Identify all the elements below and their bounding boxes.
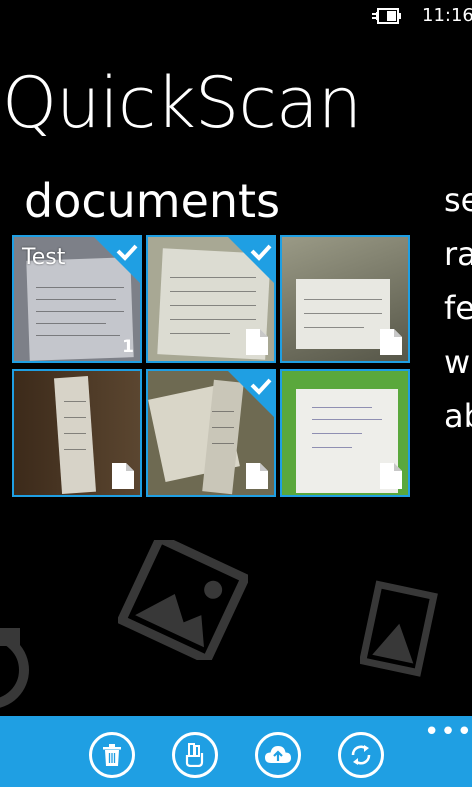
camera-decoration-icon (0, 628, 29, 708)
page-count: 1 (122, 337, 134, 357)
more-options-button[interactable]: ••• (424, 719, 472, 745)
status-time: 11:16 (422, 5, 472, 26)
share-hand-icon (185, 743, 204, 767)
app-bar: ••• (0, 716, 472, 787)
peek-item[interactable]: ra (444, 238, 472, 292)
upload-button[interactable] (255, 732, 301, 778)
document-icon (246, 329, 268, 355)
delete-button[interactable] (89, 732, 135, 778)
next-pivot-peek: se ra fe w ab (444, 184, 472, 454)
app-title: QuickScan (2, 62, 362, 144)
document-icon (380, 329, 402, 355)
document-icon (380, 463, 402, 489)
upload-cloud-icon (265, 746, 291, 763)
document-tile[interactable] (146, 235, 276, 363)
sync-icon (351, 745, 371, 765)
document-tile[interactable] (280, 369, 410, 497)
peek-item[interactable]: fe (444, 292, 472, 346)
trash-icon (103, 744, 121, 766)
selected-check-icon (228, 237, 274, 283)
pivot-header-documents[interactable]: documents (24, 178, 280, 224)
photo-decoration-icon (360, 580, 438, 677)
document-tile[interactable] (146, 369, 276, 497)
share-button[interactable] (172, 732, 218, 778)
document-tile[interactable]: Test 1 (12, 235, 142, 363)
screen: 11:16 QuickScan documents se ra fe w ab (0, 0, 472, 787)
peek-item[interactable]: ab (444, 400, 472, 454)
document-icon (112, 463, 134, 489)
document-tile[interactable] (280, 235, 410, 363)
peek-item[interactable]: w (444, 346, 472, 400)
document-grid: Test 1 (12, 235, 410, 497)
battery-charging-icon (372, 8, 401, 24)
peek-item[interactable]: se (444, 184, 472, 238)
selected-check-icon (94, 237, 140, 283)
sync-button[interactable] (338, 732, 384, 778)
selected-check-icon (228, 371, 274, 417)
photo-decoration-icon (118, 540, 248, 660)
document-title: Test (22, 245, 66, 270)
status-bar: 11:16 (0, 0, 472, 32)
document-tile[interactable] (12, 369, 142, 497)
document-icon (246, 463, 268, 489)
